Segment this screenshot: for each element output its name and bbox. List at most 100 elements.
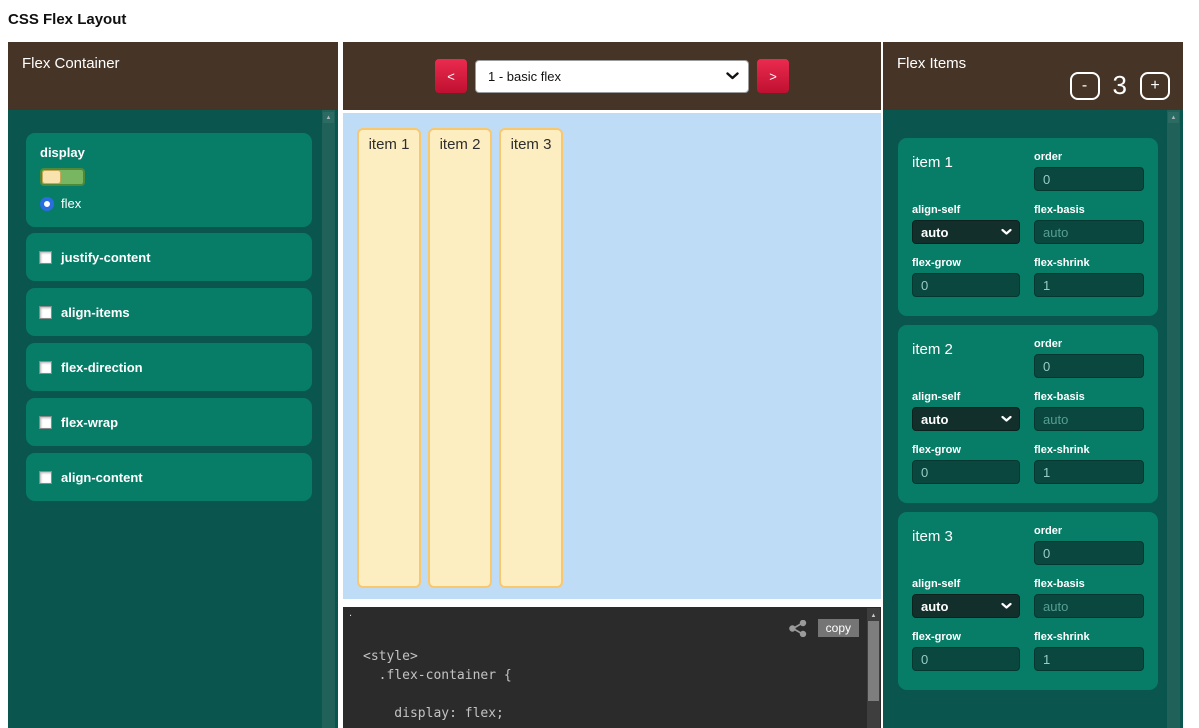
checkbox-icon[interactable] xyxy=(39,361,52,374)
left-panel-scrollbar[interactable]: ▲ xyxy=(322,110,335,728)
checkbox-icon[interactable] xyxy=(39,306,52,319)
flex-grow-label: flex-grow xyxy=(912,631,1020,643)
code-panel: . copy <style> .flex-container { xyxy=(343,607,881,728)
flex-shrink-input[interactable] xyxy=(1034,647,1144,671)
display-label: display xyxy=(40,145,298,160)
toggle-knob-icon xyxy=(42,170,61,184)
order-input[interactable] xyxy=(1034,354,1144,378)
align-self-select[interactable]: auto xyxy=(912,594,1020,618)
add-item-button[interactable]: + xyxy=(1140,72,1170,100)
flex-grow-field: flex-grow xyxy=(912,257,1020,297)
main-columns: Flex Container display flex justify-cont… xyxy=(8,42,1199,728)
property-card-flex-wrap[interactable]: flex-wrap xyxy=(26,398,312,446)
scroll-up-icon[interactable]: ▲ xyxy=(868,610,879,621)
scroll-up-icon[interactable]: ▲ xyxy=(1168,112,1179,123)
flex-shrink-input[interactable] xyxy=(1034,460,1144,484)
flex-shrink-label: flex-shrink xyxy=(1034,444,1144,456)
align-self-label: align-self xyxy=(912,578,1020,590)
next-scenario-button[interactable]: > xyxy=(757,59,789,93)
checkbox-icon[interactable] xyxy=(39,471,52,484)
preview-panel: < 1 - basic flex > item 1 item 2 item 3 … xyxy=(343,42,881,728)
flex-grow-input[interactable] xyxy=(912,647,1020,671)
scroll-up-icon[interactable]: ▲ xyxy=(323,112,334,123)
preview-item: item 1 xyxy=(357,128,421,588)
order-field: order xyxy=(1034,151,1144,191)
code-line: <style> xyxy=(363,647,512,666)
flex-shrink-field: flex-shrink xyxy=(1034,631,1144,671)
checkbox-icon[interactable] xyxy=(39,251,52,264)
align-self-select[interactable]: auto xyxy=(912,220,1020,244)
flex-grow-field: flex-grow xyxy=(912,444,1020,484)
order-label: order xyxy=(1034,525,1144,537)
code-bullet: . xyxy=(349,607,352,619)
radio-checked-icon[interactable] xyxy=(40,197,54,211)
item-name: item 1 xyxy=(912,151,1020,191)
item-card-1: item 1 order align-self auto xyxy=(898,138,1158,316)
property-card-flex-direction[interactable]: flex-direction xyxy=(26,343,312,391)
remove-item-button[interactable]: - xyxy=(1070,72,1100,100)
right-panel-scrollbar[interactable]: ▲ xyxy=(1167,110,1180,728)
flex-grow-field: flex-grow xyxy=(912,631,1020,671)
align-self-field: align-self auto xyxy=(912,578,1020,618)
align-self-label: align-self xyxy=(912,204,1020,216)
share-icon[interactable] xyxy=(789,620,807,637)
flex-basis-input[interactable] xyxy=(1034,220,1144,244)
flex-items-header: Flex Items - 3 + xyxy=(883,42,1183,110)
item-card-3: item 3 order align-self auto xyxy=(898,512,1158,690)
scenario-select-wrap: 1 - basic flex xyxy=(475,60,749,93)
flex-container-panel: Flex Container display flex justify-cont… xyxy=(8,42,338,728)
flex-basis-label: flex-basis xyxy=(1034,204,1144,216)
item-name: item 2 xyxy=(912,338,1020,378)
code-scrollbar-thumb[interactable] xyxy=(868,621,879,701)
flex-basis-label: flex-basis xyxy=(1034,391,1144,403)
property-card-justify-content[interactable]: justify-content xyxy=(26,233,312,281)
item-count: 3 xyxy=(1113,70,1127,101)
align-self-label: align-self xyxy=(912,391,1020,403)
checkbox-icon[interactable] xyxy=(39,416,52,429)
display-toggle[interactable] xyxy=(40,168,85,186)
flex-shrink-field: flex-shrink xyxy=(1034,257,1144,297)
flex-items-body: item 1 order align-self auto xyxy=(883,110,1183,728)
scenario-nav: < 1 - basic flex > xyxy=(343,42,881,110)
flex-items-panel: Flex Items - 3 + item 1 order align-self xyxy=(883,42,1183,728)
flex-shrink-input[interactable] xyxy=(1034,273,1144,297)
display-flex-radio-row[interactable]: flex xyxy=(40,196,298,211)
property-card-align-content[interactable]: align-content xyxy=(26,453,312,501)
code-scrollbar[interactable]: ▲ xyxy=(867,608,880,728)
flex-grow-input[interactable] xyxy=(912,273,1020,297)
flex-shrink-field: flex-shrink xyxy=(1034,444,1144,484)
flex-shrink-label: flex-shrink xyxy=(1034,631,1144,643)
align-self-field: align-self auto xyxy=(912,204,1020,244)
flex-items-title: Flex Items xyxy=(897,55,966,72)
property-label: flex-direction xyxy=(61,360,143,375)
item-name: item 3 xyxy=(912,525,1020,565)
scenario-select[interactable]: 1 - basic flex xyxy=(475,60,749,93)
code-line xyxy=(363,685,512,704)
order-input[interactable] xyxy=(1034,541,1144,565)
flex-basis-input[interactable] xyxy=(1034,594,1144,618)
code-toolbar: copy xyxy=(789,619,859,637)
order-field: order xyxy=(1034,525,1144,565)
prev-scenario-button[interactable]: < xyxy=(435,59,467,93)
order-input[interactable] xyxy=(1034,167,1144,191)
radio-label: flex xyxy=(61,196,81,211)
property-label: align-content xyxy=(61,470,143,485)
copy-button[interactable]: copy xyxy=(818,619,859,637)
code-block: <style> .flex-container { display: flex; xyxy=(363,647,512,723)
item-counter: - 3 + xyxy=(1070,70,1170,101)
flex-basis-field: flex-basis xyxy=(1034,578,1144,618)
property-label: justify-content xyxy=(61,250,151,265)
flex-grow-input[interactable] xyxy=(912,460,1020,484)
order-label: order xyxy=(1034,338,1144,350)
flex-basis-field: flex-basis xyxy=(1034,204,1144,244)
page-title: CSS Flex Layout xyxy=(0,0,1199,42)
code-line: display: flex; xyxy=(363,704,512,723)
flex-basis-input[interactable] xyxy=(1034,407,1144,431)
flex-grow-label: flex-grow xyxy=(912,444,1020,456)
display-card: display flex xyxy=(26,133,312,227)
preview-item: item 2 xyxy=(428,128,492,588)
align-self-select[interactable]: auto xyxy=(912,407,1020,431)
property-card-align-items[interactable]: align-items xyxy=(26,288,312,336)
property-label: align-items xyxy=(61,305,130,320)
flex-basis-label: flex-basis xyxy=(1034,578,1144,590)
